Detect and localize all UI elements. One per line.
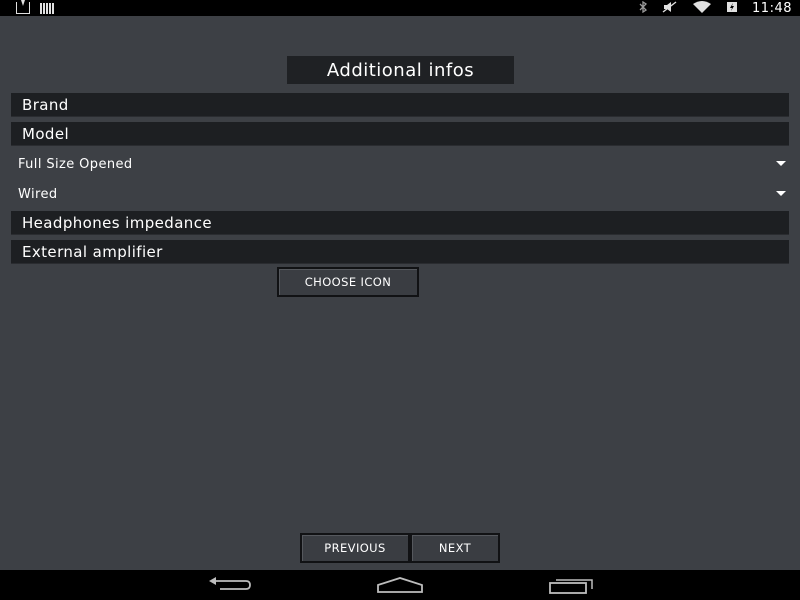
muted-icon [662, 0, 678, 16]
headphone-type-dropdown[interactable]: Full Size Opened [0, 151, 800, 177]
recents-icon[interactable] [547, 570, 597, 600]
dropdown-arrow-icon [776, 161, 786, 166]
back-icon[interactable] [205, 570, 253, 600]
headphone-type-value: Full Size Opened [18, 156, 133, 172]
page-title: Additional infos [287, 56, 514, 84]
status-bar: 11:48 [0, 0, 800, 16]
connection-type-value: Wired [18, 186, 58, 202]
connection-type-dropdown[interactable]: Wired [0, 181, 800, 207]
dropdown-arrow-icon [776, 191, 786, 196]
battery-charging-icon [726, 1, 738, 16]
download-icon [16, 0, 30, 14]
status-time: 11:48 [752, 0, 792, 16]
previous-button[interactable]: PREVIOUS [300, 533, 410, 563]
brand-field[interactable]: Brand [11, 93, 789, 117]
choose-icon-button[interactable]: CHOOSE ICON [277, 267, 419, 297]
next-button[interactable]: NEXT [410, 533, 500, 563]
impedance-field[interactable]: Headphones impedance [11, 211, 789, 235]
wifi-icon [692, 0, 712, 16]
signal-bars-icon [40, 2, 54, 14]
navigation-bar [0, 570, 800, 600]
amplifier-field[interactable]: External amplifier [11, 240, 789, 264]
home-icon[interactable] [375, 570, 425, 600]
model-field[interactable]: Model [11, 122, 789, 146]
bluetooth-icon [638, 0, 648, 16]
